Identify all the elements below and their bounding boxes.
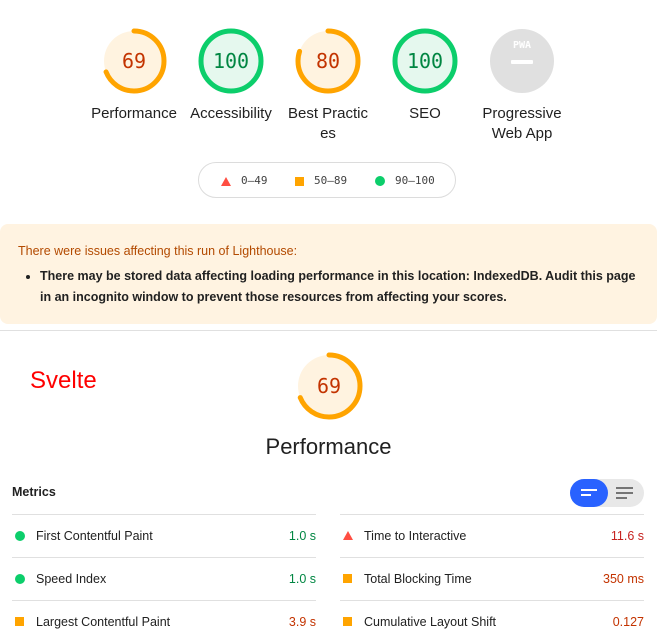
category-gauges: 69 Performance 100 Accessibility 80 Best… bbox=[0, 0, 657, 150]
triangle-icon bbox=[343, 531, 353, 540]
metric-value: 3.9 s bbox=[288, 615, 316, 629]
gauge-seo[interactable]: 100 SEO bbox=[382, 26, 468, 124]
gauge-label: Progressive Web App bbox=[482, 105, 562, 142]
metric-name: Time to Interactive bbox=[364, 529, 467, 543]
square-icon bbox=[295, 176, 304, 186]
gauge-accessibility[interactable]: 100 Accessibility bbox=[188, 26, 274, 124]
legend-average: 50–89 bbox=[295, 174, 347, 188]
metric-name: Speed Index bbox=[36, 572, 107, 586]
run-warnings: There were issues affecting this run of … bbox=[0, 224, 657, 324]
metric-value: 1.0 s bbox=[288, 529, 316, 543]
warning-title: There were issues affecting this run of … bbox=[18, 244, 298, 258]
metric-value: 1.0 s bbox=[288, 572, 316, 586]
score-scale-legend: 0–49 50–89 90–100 bbox=[198, 162, 456, 198]
score-ring: 100 bbox=[196, 26, 266, 96]
score-value: 100 bbox=[406, 49, 444, 73]
list-icon-line bbox=[581, 489, 597, 491]
metric-name: Total Blocking Time bbox=[364, 572, 472, 586]
metrics-column-right: Time to Interactive 11.6 s Total Blockin… bbox=[340, 514, 644, 643]
metric-row: Total Blocking Time 350 ms bbox=[340, 557, 644, 600]
metric-name: First Contentful Paint bbox=[36, 529, 153, 543]
annotation-label: Svelte bbox=[30, 367, 97, 394]
list-icon-line bbox=[616, 487, 633, 489]
performance-gauge: 69 bbox=[293, 350, 365, 422]
metrics-view-toggle[interactable] bbox=[570, 479, 644, 507]
gauge-label: Performance bbox=[91, 105, 177, 122]
score-ring: 80 bbox=[293, 26, 363, 96]
gauge-performance[interactable]: 69 Performance bbox=[91, 26, 177, 124]
gauge-label: Best Practices bbox=[287, 105, 369, 142]
metric-row: Speed Index 1.0 s bbox=[12, 557, 316, 600]
score-value: 69 bbox=[121, 49, 147, 73]
gauge-label: Accessibility bbox=[190, 105, 272, 122]
pwa-badge: PWA bbox=[487, 26, 557, 96]
legend-range: 0–49 bbox=[241, 174, 268, 187]
metric-value: 11.6 s bbox=[610, 529, 644, 543]
legend-fail: 0–49 bbox=[221, 174, 268, 188]
pwa-logo-text: PWA bbox=[512, 40, 532, 51]
expanded-view-button[interactable] bbox=[608, 479, 644, 507]
circle-icon bbox=[15, 531, 25, 541]
metric-value: 350 ms bbox=[603, 572, 644, 586]
metric-row: Time to Interactive 11.6 s bbox=[340, 514, 644, 557]
legend-range: 90–100 bbox=[395, 174, 435, 187]
metric-row: Cumulative Layout Shift 0.127 bbox=[340, 600, 644, 643]
gauge-best-practices[interactable]: 80 Best Practices bbox=[285, 26, 371, 144]
legend-pass: 90–100 bbox=[375, 174, 435, 188]
score-ring: 69 bbox=[99, 26, 169, 96]
gauge-label: SEO bbox=[409, 105, 441, 122]
metric-row: Largest Contentful Paint 3.9 s bbox=[12, 600, 316, 643]
warning-list: There may be stored data affecting loadi… bbox=[18, 266, 639, 308]
square-icon bbox=[343, 617, 352, 626]
circle-icon bbox=[15, 574, 25, 584]
list-icon-line bbox=[616, 497, 627, 499]
circle-icon bbox=[375, 176, 385, 186]
metrics-column-left: First Contentful Paint 1.0 s Speed Index… bbox=[12, 514, 316, 643]
list-icon-line bbox=[616, 492, 633, 494]
square-icon bbox=[343, 574, 352, 583]
score-value: 100 bbox=[212, 49, 250, 73]
list-icon-line bbox=[581, 494, 591, 496]
warning-item: There may be stored data affecting loadi… bbox=[40, 266, 639, 308]
metric-name: Largest Contentful Paint bbox=[36, 615, 171, 629]
score-value: 69 bbox=[316, 374, 342, 398]
metrics-heading: Metrics bbox=[12, 485, 56, 499]
metric-name: Cumulative Layout Shift bbox=[364, 615, 497, 629]
metric-value: 0.127 bbox=[612, 615, 644, 629]
score-value: 80 bbox=[315, 49, 341, 73]
score-ring: 100 bbox=[390, 26, 460, 96]
triangle-icon bbox=[221, 176, 231, 186]
compact-view-button[interactable] bbox=[570, 479, 608, 507]
gauge-pwa[interactable]: PWA Progressive Web App bbox=[479, 26, 565, 144]
metric-row: First Contentful Paint 1.0 s bbox=[12, 514, 316, 557]
legend-range: 50–89 bbox=[314, 174, 348, 187]
section-title: Performance bbox=[265, 434, 392, 459]
square-icon bbox=[15, 617, 24, 626]
section-divider bbox=[0, 330, 657, 331]
